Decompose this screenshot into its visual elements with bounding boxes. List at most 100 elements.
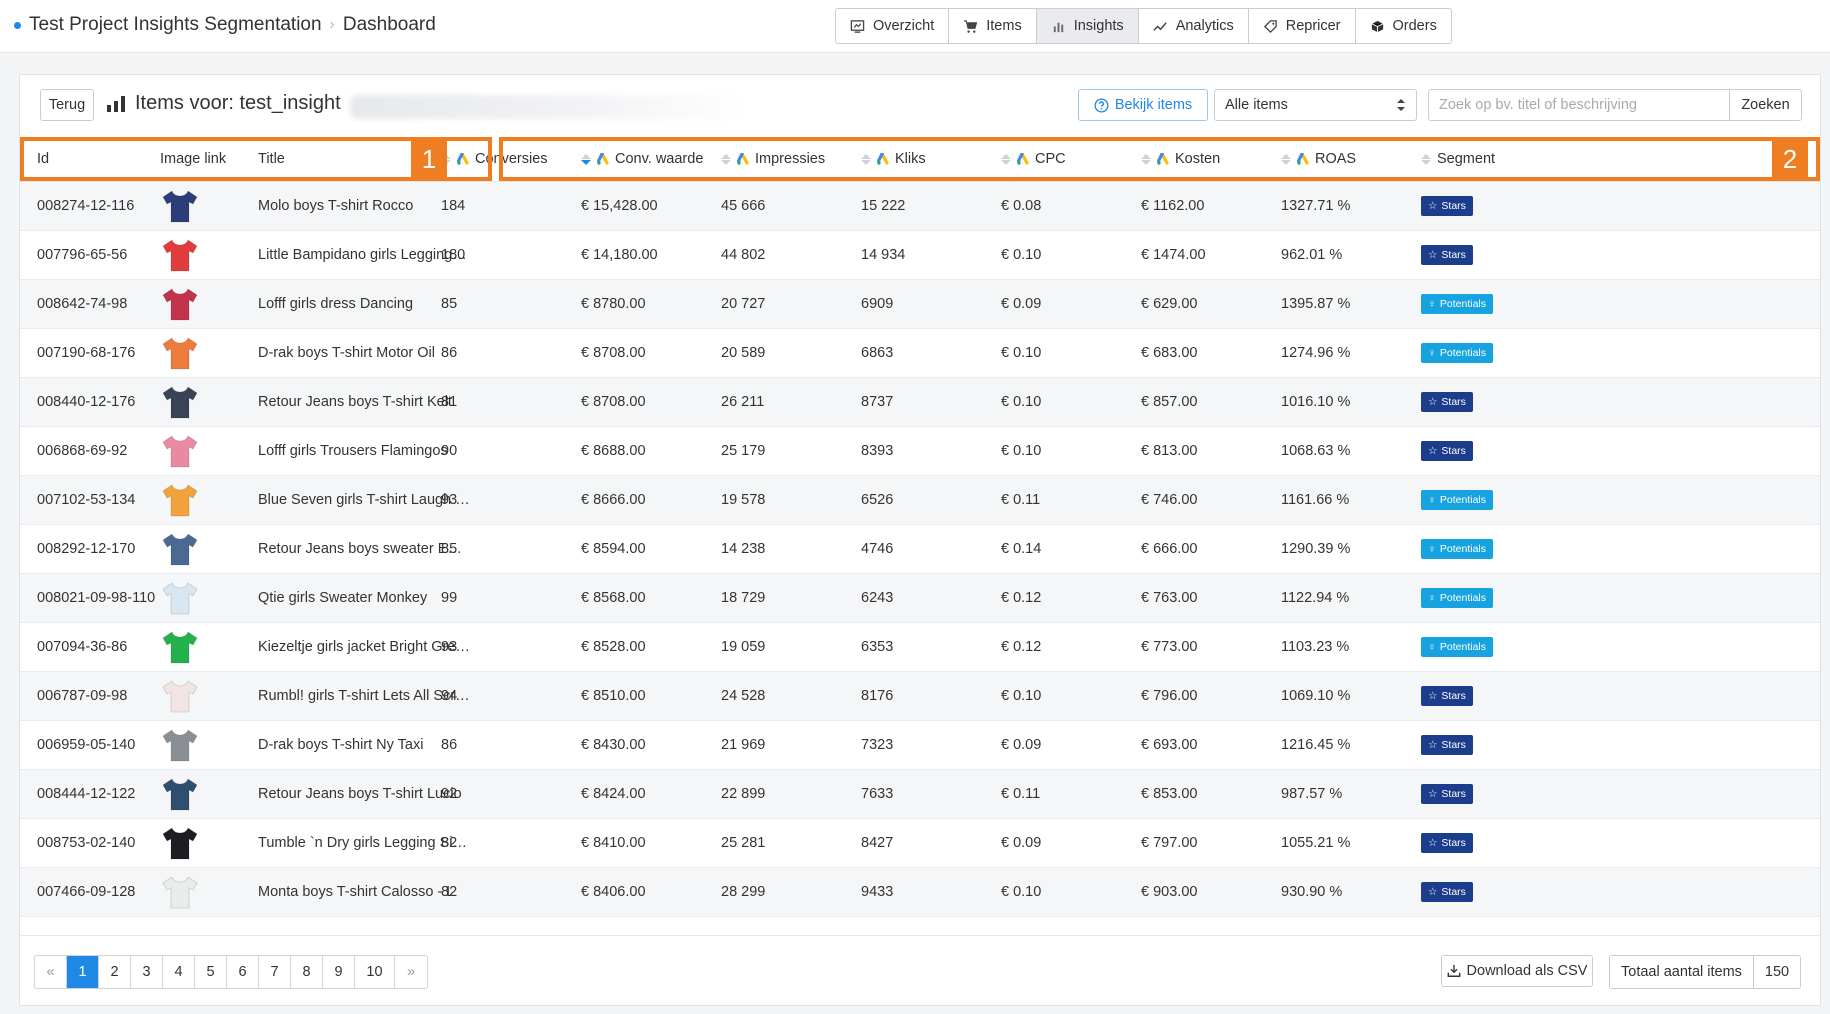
pagination-page-1[interactable]: 1	[67, 956, 99, 988]
cell-clicks-text: 6526	[861, 492, 894, 508]
table-row[interactable]: 007190-68-176 D-rak boys T-shirt Motor Oi…	[20, 329, 1820, 378]
product-image	[160, 574, 200, 622]
cell-clicks: 7633	[861, 770, 893, 818]
table-row[interactable]: 008753-02-140 Tumble `n Dry girls Legging…	[20, 819, 1820, 868]
nav-tab-repricer[interactable]: Repricer	[1249, 9, 1356, 43]
search-input[interactable]	[1428, 89, 1729, 121]
cell-cost-text: € 857.00	[1141, 394, 1198, 410]
cell-id: 007190-68-176	[37, 329, 135, 377]
cell-cpc: € 0.10	[1001, 378, 1041, 426]
cell-roas-text: 1216.45 %	[1281, 737, 1351, 753]
nav-tab-items[interactable]: Items	[949, 9, 1037, 43]
table-row[interactable]: 008292-12-170 Retour Jeans boys sweater E…	[20, 525, 1820, 574]
bar-chart-icon	[1053, 22, 1063, 32]
pagination-page-2[interactable]: 2	[99, 956, 131, 988]
table-row[interactable]: 008440-12-176 Retour Jeans boys T-shirt K…	[20, 378, 1820, 427]
column-header-id[interactable]: Id	[37, 137, 49, 181]
cell-conv-value-text: € 8688.00	[581, 443, 646, 459]
lightbulb-icon: ♀	[1428, 592, 1436, 604]
cell-conversions: 81	[441, 378, 457, 426]
download-csv-button[interactable]: Download als CSV	[1441, 955, 1593, 987]
column-header-cost[interactable]: Kosten	[1141, 137, 1220, 181]
cell-segment: ♀ Potentials	[1421, 476, 1493, 524]
insights-panel: Terug Items voor: test_insight Bekijk it…	[19, 74, 1821, 1006]
cell-conversions-text: 81	[441, 394, 458, 410]
table-row[interactable]: 008642-74-98 Lofff girls dress Dancing 85 €…	[20, 280, 1820, 329]
cell-clicks-text: 8427	[861, 835, 894, 851]
segment-badge: ♀ Potentials	[1421, 343, 1493, 363]
column-header-conversions[interactable]: Conversies	[441, 137, 548, 181]
product-image-icon[interactable]	[160, 187, 200, 225]
table-row[interactable]: 006787-09-98 Rumbl! girls T-shirt Lets Al…	[20, 672, 1820, 721]
cell-conversions: 94	[441, 672, 457, 720]
cell-cost-text: € 666.00	[1141, 541, 1198, 557]
view-items-button[interactable]: Bekijk items	[1078, 89, 1208, 121]
column-header-impressions[interactable]: Impressies	[721, 137, 825, 181]
column-header-segment[interactable]: Segment	[1421, 137, 1495, 181]
help-circle-icon	[1094, 97, 1109, 113]
table-row[interactable]: 007796-65-56 Little Bampidano girls Leggi…	[20, 231, 1820, 280]
pagination-prev[interactable]: «	[35, 956, 67, 988]
product-image-icon[interactable]	[160, 677, 200, 715]
column-header-clicks[interactable]: Kliks	[861, 137, 926, 181]
column-header-roas[interactable]: ROAS	[1281, 137, 1356, 181]
column-header-cpc[interactable]: CPC	[1001, 137, 1066, 181]
pagination-page-8[interactable]: 8	[291, 956, 323, 988]
search-button[interactable]: Zoeken	[1729, 89, 1802, 121]
pagination-page-10[interactable]: 10	[355, 956, 395, 988]
column-header-conv-value[interactable]: Conv. waarde	[581, 137, 703, 181]
table-row[interactable]: 006868-69-92 Lofff girls Trousers Flaming…	[20, 427, 1820, 476]
cell-conv-value: € 14,180.00	[581, 231, 658, 279]
pagination-page-5[interactable]: 5	[195, 956, 227, 988]
nav-tab-overzicht[interactable]: Overzicht	[836, 9, 950, 43]
cell-impressions: 18 729	[721, 574, 765, 622]
table-row[interactable]: 007466-09-128 Monta boys T-shirt Calosso …	[20, 868, 1820, 917]
breadcrumb-project[interactable]: Test Project Insights Segmentation	[29, 14, 322, 36]
sort-desc-icon	[581, 153, 591, 165]
cell-conversions-text: 86	[441, 737, 458, 753]
column-header-title[interactable]: Title	[258, 137, 285, 181]
cell-roas-text: 1274.96 %	[1281, 345, 1351, 361]
pagination-page-6[interactable]: 6	[227, 956, 259, 988]
product-image-icon[interactable]	[160, 824, 200, 862]
product-image-icon[interactable]	[160, 285, 200, 323]
cell-roas: 962.01 %	[1281, 231, 1342, 279]
items-filter-select[interactable]: Alle items	[1214, 89, 1417, 121]
cell-roas-text: 1016.10 %	[1281, 394, 1351, 410]
table-row[interactable]: 008274-12-116 Molo boys T-shirt Rocco 184 €…	[20, 182, 1820, 231]
back-button[interactable]: Terug	[40, 89, 94, 121]
product-image-icon[interactable]	[160, 726, 200, 764]
nav-tab-orders[interactable]: Orders	[1356, 9, 1451, 43]
column-header-image[interactable]: Image link	[160, 137, 226, 181]
table-row[interactable]: 008021-09-98-110 Qtie girls Sweater Monke…	[20, 574, 1820, 623]
product-image-icon[interactable]	[160, 530, 200, 568]
product-image-icon[interactable]	[160, 432, 200, 470]
cell-conversions: 85	[441, 525, 457, 573]
table-row[interactable]: 007102-53-134 Blue Seven girls T-shirt La…	[20, 476, 1820, 525]
nav-tab-insights[interactable]: Insights	[1036, 9, 1139, 43]
product-image-icon[interactable]	[160, 383, 200, 421]
pagination-next[interactable]: »	[395, 956, 427, 988]
product-image-icon[interactable]	[160, 579, 200, 617]
table-row[interactable]: 008444-12-122 Retour Jeans boys T-shirt L…	[20, 770, 1820, 819]
pagination-page-3[interactable]: 3	[131, 956, 163, 988]
table-row[interactable]: 006959-05-140 D-rak boys T-shirt Ny Taxi 8…	[20, 721, 1820, 770]
product-image-icon[interactable]	[160, 873, 200, 911]
nav-tab-analytics[interactable]: Analytics	[1139, 9, 1249, 43]
cell-conversions-text: 82	[441, 884, 458, 900]
product-image-icon[interactable]	[160, 236, 200, 274]
cell-cost: € 683.00	[1141, 329, 1197, 377]
pagination-page-4[interactable]: 4	[163, 956, 195, 988]
cell-cost: € 1474.00	[1141, 231, 1206, 279]
star-icon: ☆	[1428, 200, 1438, 212]
lightbulb-icon: ♀	[1428, 641, 1436, 653]
product-image-icon[interactable]	[160, 334, 200, 372]
cell-id-text: 008444-12-122	[37, 786, 136, 802]
pagination-page-9[interactable]: 9	[323, 956, 355, 988]
pagination-page-7[interactable]: 7	[259, 956, 291, 988]
product-image-icon[interactable]	[160, 481, 200, 519]
product-image-icon[interactable]	[160, 628, 200, 666]
table-row[interactable]: 007094-36-86 Kiezeltje girls jacket Brigh…	[20, 623, 1820, 672]
cell-impressions: 25 179	[721, 427, 765, 475]
product-image-icon[interactable]	[160, 775, 200, 813]
